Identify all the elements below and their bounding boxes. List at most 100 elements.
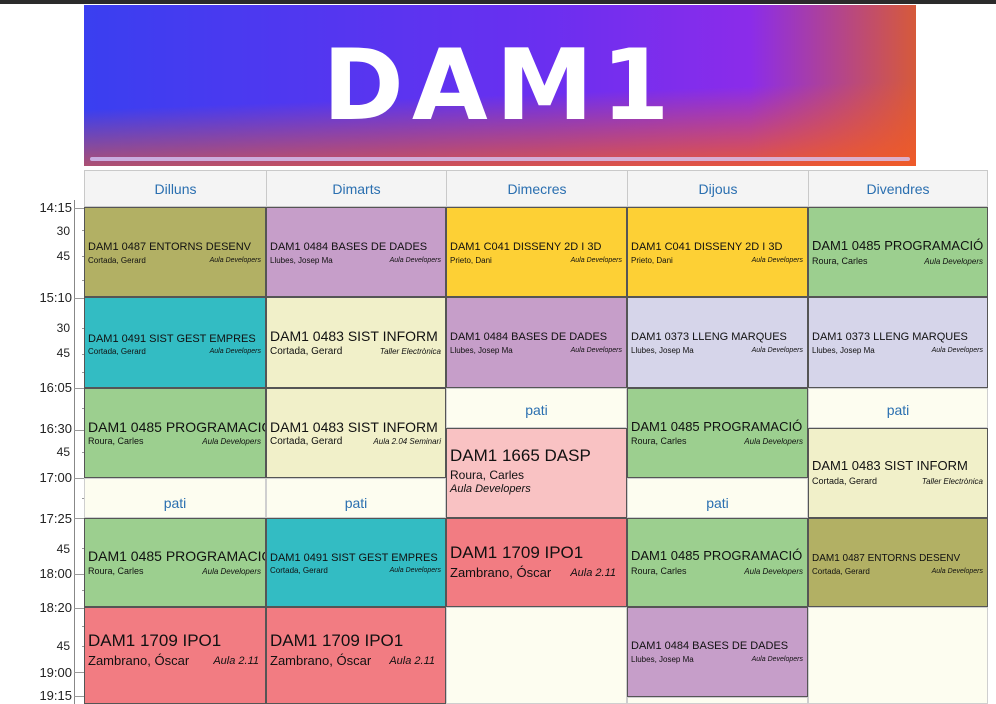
header-dimarts[interactable]: Dimarts	[266, 170, 446, 207]
class-block[interactable]: DAM1 0483 SIST INFORM Cortada, Gerard Au…	[266, 388, 446, 478]
class-title: DAM1 1709 IPO1	[270, 631, 404, 650]
class-block[interactable]: DAM1 0485 PROGRAMACIÓ Roura, Carles Aula…	[84, 518, 266, 607]
time-column: 14:15 30 45 15:10 30 45 16:05 16:30 45 1…	[8, 200, 92, 704]
class-block[interactable]: DAM1 0373 LLENG MARQUES Llubes, Josep Ma…	[808, 297, 988, 388]
class-block[interactable]: DAM1 C041 DISSENY 2D I 3D Prieto, Dani A…	[627, 207, 808, 297]
class-room: Aula 2.11	[389, 655, 435, 667]
class-block[interactable]: DAM1 0485 PROGRAMACIÓ Roura, Carles Aula…	[808, 207, 988, 297]
class-teacher: Roura, Carles	[450, 468, 525, 482]
class-teacher: Cortada, Gerard	[270, 436, 343, 447]
break-block: pati	[446, 388, 627, 428]
class-room: Aula Developers	[751, 257, 803, 264]
class-title: DAM1 0487 ENTORNS DESENV	[88, 241, 252, 253]
class-title: DAM1 0483 SIST INFORM	[270, 328, 438, 344]
class-teacher: Cortada, Gerard	[270, 346, 343, 357]
class-teacher: Llubes, Josep Ma	[270, 256, 333, 265]
banner: DAM1	[84, 5, 916, 166]
class-block[interactable]: DAM1 0484 BASES DE DADES Llubes, Josep M…	[266, 207, 446, 297]
class-room: Aula Developers	[570, 257, 622, 264]
class-room: Aula 2.11	[213, 655, 259, 667]
class-room: Aula Developers	[924, 257, 983, 266]
class-teacher: Roura, Carles	[88, 436, 144, 446]
class-room: Aula Developers	[389, 257, 441, 264]
time-label: 17:25	[39, 511, 72, 526]
class-room: Taller Electrònica	[921, 477, 983, 486]
class-room: Aula Developers	[209, 348, 261, 355]
banner-title: DAM1	[322, 29, 678, 143]
class-teacher: Cortada, Gerard	[270, 566, 328, 575]
class-title: DAM1 0484 BASES DE DADES	[450, 331, 608, 343]
class-teacher: Roura, Carles	[812, 256, 868, 266]
class-room: Aula Developers	[202, 437, 261, 446]
class-room: Aula Developers	[751, 656, 803, 663]
class-room: Aula 2.11	[570, 567, 616, 579]
class-block[interactable]: DAM1 C041 DISSENY 2D I 3D Prieto, Dani A…	[446, 207, 627, 297]
class-teacher: Roura, Carles	[631, 566, 687, 576]
break-label: pati	[706, 495, 729, 511]
class-block[interactable]: DAM1 0484 BASES DE DADES Llubes, Josep M…	[627, 607, 808, 697]
break-block: pati	[808, 388, 988, 428]
header-dijous[interactable]: Dijous	[627, 170, 808, 207]
class-block[interactable]: DAM1 0487 ENTORNS DESENV Cortada, Gerard…	[808, 518, 988, 607]
time-label: 45	[56, 445, 70, 459]
class-title: DAM1 0491 SIST GEST EMPRES	[88, 333, 256, 345]
class-block[interactable]: DAM1 0373 LLENG MARQUES Llubes, Josep Ma…	[627, 297, 808, 388]
class-room: Taller Electrònica	[379, 347, 441, 356]
class-block[interactable]: DAM1 0491 SIST GEST EMPRES Cortada, Gera…	[84, 297, 266, 388]
class-teacher: Cortada, Gerard	[88, 256, 146, 265]
empty-slot	[446, 607, 627, 704]
class-block[interactable]: DAM1 1709 IPO1 Zambrano, Óscar Aula 2.11	[446, 518, 627, 607]
time-label: 19:15	[39, 688, 72, 703]
class-room: Aula Developers	[389, 567, 441, 574]
class-title: DAM1 0485 PROGRAMACIÓ	[812, 238, 984, 253]
class-teacher: Cortada, Gerard	[812, 476, 878, 486]
empty-slot	[808, 607, 988, 704]
banner-underline	[90, 157, 910, 161]
class-room: Aula Developers	[209, 257, 261, 264]
class-room: Aula Developers	[751, 347, 803, 354]
time-label: 45	[56, 249, 70, 263]
time-label: 16:05	[39, 380, 72, 395]
time-ruler	[74, 200, 75, 704]
class-block[interactable]: DAM1 0484 BASES DE DADES Llubes, Josep M…	[446, 297, 627, 388]
class-room: Aula Developers	[570, 347, 622, 354]
class-title: DAM1 C041 DISSENY 2D I 3D	[450, 241, 602, 253]
class-title: DAM1 1709 IPO1	[450, 543, 584, 562]
class-block[interactable]: DAM1 0485 PROGRAMACIÓ Roura, Carles Aula…	[627, 518, 808, 607]
header-dilluns[interactable]: Dilluns	[84, 170, 266, 207]
time-label: 30	[56, 224, 70, 238]
time-label: 14:15	[39, 200, 72, 215]
class-teacher: Prieto, Dani	[631, 256, 673, 265]
header-divendres[interactable]: Divendres	[808, 170, 988, 207]
class-room: Aula Developers	[931, 347, 983, 354]
window-top-bar	[0, 0, 996, 4]
class-block[interactable]: DAM1 1709 IPO1 Zambrano, Óscar Aula 2.11	[84, 607, 266, 704]
class-teacher: Zambrano, Óscar	[450, 565, 552, 580]
class-room: Aula 2.04 Seminari	[373, 437, 441, 446]
empty-slot	[627, 697, 808, 704]
header-dimecres[interactable]: Dimecres	[446, 170, 627, 207]
class-title: DAM1 0485 PROGRAMACIÓ	[631, 548, 803, 563]
class-block[interactable]: DAM1 0491 SIST GEST EMPRES Cortada, Gera…	[266, 518, 446, 607]
class-teacher: Llubes, Josep Ma	[631, 655, 694, 664]
class-title: DAM1 0484 BASES DE DADES	[270, 241, 428, 253]
class-title: DAM1 0487 ENTORNS DESENV	[812, 553, 961, 564]
class-block[interactable]: DAM1 0487 ENTORNS DESENV Cortada, Gerard…	[84, 207, 266, 297]
break-block: pati	[627, 478, 808, 518]
time-label: 18:00	[39, 566, 72, 581]
class-teacher: Llubes, Josep Ma	[631, 346, 694, 355]
class-title: DAM1 1709 IPO1	[88, 631, 222, 650]
time-label: 18:20	[39, 600, 72, 615]
class-teacher: Roura, Carles	[88, 566, 144, 576]
class-block[interactable]: DAM1 0485 PROGRAMACIÓ Roura, Carles Aula…	[627, 388, 808, 478]
class-block[interactable]: DAM1 0485 PROGRAMACIÓ Roura, Carles Aula…	[84, 388, 266, 478]
class-block[interactable]: DAM1 1709 IPO1 Zambrano, Óscar Aula 2.11	[266, 607, 446, 704]
class-block[interactable]: DAM1 0483 SIST INFORM Cortada, Gerard Ta…	[266, 297, 446, 388]
class-room: Aula Developers	[931, 568, 983, 575]
class-teacher: Zambrano, Óscar	[270, 653, 372, 668]
class-block[interactable]: DAM1 1665 DASP Roura, Carles Aula Develo…	[446, 428, 627, 518]
class-teacher: Llubes, Josep Ma	[450, 346, 513, 355]
class-block[interactable]: DAM1 0483 SIST INFORM Cortada, Gerard Ta…	[808, 428, 988, 518]
class-room: Aula Developers	[744, 437, 803, 446]
class-teacher: Zambrano, Óscar	[88, 653, 190, 668]
